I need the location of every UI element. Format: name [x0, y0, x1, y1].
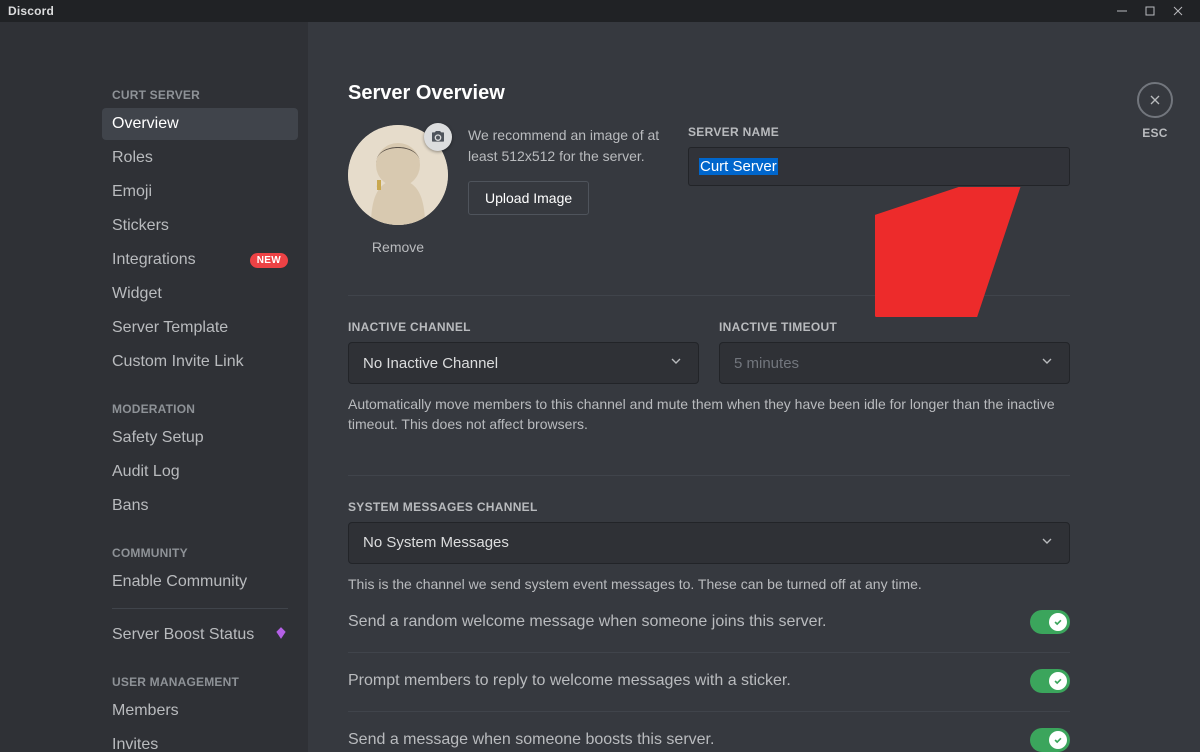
sidebar-item-bans[interactable]: Bans: [102, 490, 298, 522]
system-channel-value: No System Messages: [363, 534, 509, 551]
minimize-button[interactable]: [1108, 0, 1136, 22]
sidebar-item-roles[interactable]: Roles: [102, 142, 298, 174]
toggle-switch[interactable]: [1030, 610, 1070, 634]
toggle-label: Send a message when someone boosts this …: [348, 731, 714, 749]
sidebar-category-community: COMMUNITY: [102, 540, 298, 564]
server-name-label: SERVER NAME: [688, 125, 1070, 139]
toggle-row: Send a message when someone boosts this …: [348, 711, 1070, 752]
inactive-channel-select[interactable]: No Inactive Channel: [348, 342, 699, 384]
sidebar-item-safety-setup[interactable]: Safety Setup: [102, 422, 298, 454]
toggle-switch[interactable]: [1030, 728, 1070, 752]
nav-label: Safety Setup: [112, 429, 204, 447]
nav-label: Server Template: [112, 319, 228, 337]
nav-label: Custom Invite Link: [112, 353, 244, 371]
nav-label: Stickers: [112, 217, 169, 235]
sidebar-category-user: USER MANAGEMENT: [102, 669, 298, 693]
inactive-channel-label: INACTIVE CHANNEL: [348, 320, 699, 334]
nav-label: Server Boost Status: [112, 626, 254, 644]
chevron-down-icon: [1039, 353, 1055, 373]
sidebar-item-invites[interactable]: Invites: [102, 729, 298, 752]
nav-label: Integrations: [112, 251, 196, 269]
close-window-button[interactable]: [1164, 0, 1192, 22]
new-badge: NEW: [250, 253, 288, 268]
sidebar-item-stickers[interactable]: Stickers: [102, 210, 298, 242]
nav-label: Emoji: [112, 183, 152, 201]
window-buttons: [1108, 0, 1192, 22]
section-divider: [348, 295, 1070, 296]
esc-label: ESC: [1142, 126, 1168, 140]
close-column: ESC: [1110, 22, 1200, 752]
system-channel-label: SYSTEM MESSAGES CHANNEL: [348, 500, 1070, 514]
sidebar-item-custom-invite-link[interactable]: Custom Invite Link: [102, 346, 298, 378]
maximize-button[interactable]: [1136, 0, 1164, 22]
remove-avatar-link[interactable]: Remove: [372, 239, 424, 255]
upload-avatar-icon[interactable]: [424, 123, 452, 151]
toggle-row: Prompt members to reply to welcome messa…: [348, 652, 1070, 701]
avatar-recommendation-text: We recommend an image of at least 512x51…: [468, 125, 668, 167]
sidebar-item-server-boost-status[interactable]: Server Boost Status: [102, 619, 298, 651]
window-titlebar: Discord: [0, 0, 1200, 22]
toggle-label: Send a random welcome message when someo…: [348, 613, 826, 631]
server-avatar[interactable]: [348, 125, 448, 225]
sidebar-item-audit-log[interactable]: Audit Log: [102, 456, 298, 488]
inactive-channel-value: No Inactive Channel: [363, 355, 498, 372]
settings-content: Server Overview: [308, 22, 1110, 752]
server-name-input[interactable]: Curt Server: [688, 147, 1070, 186]
nav-label: Enable Community: [112, 573, 247, 591]
nav-label: Members: [112, 702, 179, 720]
nav-label: Overview: [112, 115, 179, 133]
sidebar-category-server: CURT SERVER: [102, 82, 298, 106]
settings-sidebar: CURT SERVER Overview Roles Emoji Stickers In…: [0, 22, 308, 752]
chevron-down-icon: [1039, 533, 1055, 553]
inactive-helper-text: Automatically move members to this chann…: [348, 394, 1070, 435]
nav-label: Bans: [112, 497, 148, 515]
app-brand: Discord: [8, 4, 54, 18]
sidebar-separator: [112, 608, 288, 609]
sidebar-item-enable-community[interactable]: Enable Community: [102, 566, 298, 598]
inactive-timeout-select[interactable]: 5 minutes: [719, 342, 1070, 384]
system-helper-text: This is the channel we send system event…: [348, 574, 1070, 594]
nav-label: Roles: [112, 149, 153, 167]
sidebar-item-integrations[interactable]: Integrations NEW: [102, 244, 298, 276]
toggle-label: Prompt members to reply to welcome messa…: [348, 672, 791, 690]
upload-image-button[interactable]: Upload Image: [468, 181, 589, 215]
sidebar-item-members[interactable]: Members: [102, 695, 298, 727]
sidebar-item-overview[interactable]: Overview: [102, 108, 298, 140]
sidebar-item-server-template[interactable]: Server Template: [102, 312, 298, 344]
nav-label: Invites: [112, 736, 158, 752]
close-settings-button[interactable]: [1137, 82, 1173, 118]
inactive-timeout-label: INACTIVE TIMEOUT: [719, 320, 1070, 334]
sidebar-item-widget[interactable]: Widget: [102, 278, 298, 310]
nav-label: Widget: [112, 285, 162, 303]
nav-label: Audit Log: [112, 463, 180, 481]
inactive-timeout-value: 5 minutes: [734, 355, 799, 372]
page-title: Server Overview: [348, 82, 1070, 105]
section-divider: [348, 475, 1070, 476]
boost-gem-icon: [274, 626, 288, 645]
sidebar-category-moderation: MODERATION: [102, 396, 298, 420]
sidebar-item-emoji[interactable]: Emoji: [102, 176, 298, 208]
server-name-value: Curt Server: [699, 158, 778, 175]
toggle-switch[interactable]: [1030, 669, 1070, 693]
chevron-down-icon: [668, 353, 684, 373]
toggle-row: Send a random welcome message when someo…: [348, 594, 1070, 642]
system-channel-select[interactable]: No System Messages: [348, 522, 1070, 564]
